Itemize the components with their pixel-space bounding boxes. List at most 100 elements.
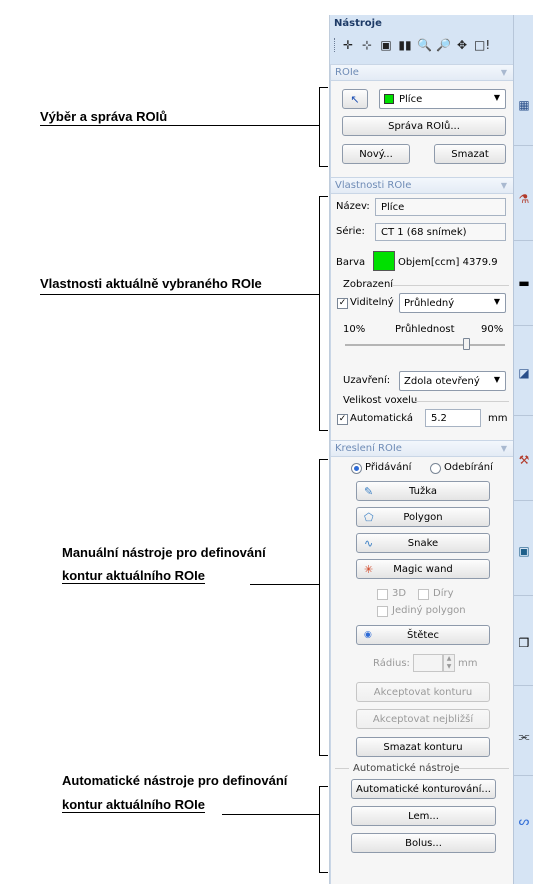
window-level-icon[interactable]: ▣	[379, 38, 393, 52]
auto-contour-button[interactable]: Automatické konturování...	[351, 779, 496, 799]
panel-title: Nástroje	[334, 18, 382, 29]
annotation-bracket	[319, 459, 320, 755]
voxel-unit: mm	[488, 413, 508, 424]
image-icon[interactable]: ▣	[516, 543, 532, 559]
pencil-tool-button[interactable]: ✎ Tužka	[356, 481, 490, 501]
measure-icon[interactable]: ⊹	[360, 38, 374, 52]
roi-pick-button[interactable]: ↖	[342, 89, 368, 109]
chevron-down-icon: ▼	[493, 375, 500, 384]
single-polygon-checkbox[interactable]	[377, 606, 388, 617]
pan-icon[interactable]: ✥	[455, 38, 469, 52]
remove-mode-radio[interactable]	[430, 463, 441, 474]
chevron-down-icon[interactable]: ▼	[501, 65, 507, 80]
magic-wand-icon: ✳	[364, 563, 374, 576]
brush-icon: ◉	[364, 630, 372, 640]
visible-checkbox[interactable]: ✓	[337, 298, 348, 309]
annotation-bracket-top	[319, 786, 328, 787]
radius-label: Rádius:	[373, 658, 410, 669]
transparency-min: 10%	[343, 324, 366, 335]
zoom-region-icon[interactable]: 🔎	[436, 38, 451, 52]
auto-group-label: Automatické nástroje	[353, 763, 460, 774]
section-header-props[interactable]: Vlastnosti ROIe ▼	[330, 177, 514, 194]
annotation-bracket-bottom	[319, 872, 328, 873]
strip-divider	[514, 415, 533, 416]
add-mode-label: Přidávání	[365, 462, 412, 473]
polygon-tool-button[interactable]: ⬠ Polygon	[356, 507, 490, 527]
name-field[interactable]: Plíce	[375, 198, 506, 216]
annotation-bracket	[319, 786, 320, 872]
strip-divider	[514, 145, 533, 146]
closing-label: Uzavření:	[343, 375, 391, 386]
manage-rois-button[interactable]: Správa ROIů...	[342, 116, 506, 136]
section-header-draw[interactable]: Kreslení ROIe ▼	[330, 440, 514, 457]
delete-contour-button[interactable]: Smazat konturu	[356, 737, 490, 757]
strip-divider	[514, 595, 533, 596]
margin-button[interactable]: Lem...	[351, 806, 496, 826]
bolus-button[interactable]: Bolus...	[351, 833, 496, 853]
accept-contour-button[interactable]: Akceptovat konturu	[356, 682, 490, 702]
radius-input[interactable]	[413, 654, 443, 672]
toolbar-grip[interactable]	[334, 38, 336, 52]
contrast-icon[interactable]: ▮▮	[398, 38, 412, 52]
transparency-slider-thumb[interactable]	[462, 338, 470, 350]
roi-color-swatch	[384, 94, 394, 104]
chevron-down-icon[interactable]: ▼	[501, 178, 507, 193]
pencil-label: Tužka	[409, 485, 437, 497]
window-icon[interactable]: ▬	[516, 275, 532, 291]
magic-wand-label: Magic wand	[393, 563, 453, 575]
brush-tool-icon[interactable]: ⚒	[516, 452, 532, 468]
section-title: Vlastnosti ROIe	[335, 180, 412, 191]
new-roi-button[interactable]: Nový...	[342, 144, 410, 164]
delete-roi-button[interactable]: Smazat	[434, 144, 506, 164]
chevron-down-icon[interactable]: ▼	[501, 441, 507, 456]
magic-wand-tool-button[interactable]: ✳ Magic wand	[356, 559, 490, 579]
display-mode-select[interactable]: Průhledný ▼	[399, 293, 506, 313]
series-label: Série:	[336, 226, 365, 237]
strip-divider	[514, 685, 533, 686]
brush-tool-button[interactable]: ◉ Štětec	[356, 625, 490, 645]
ruler-icon[interactable]: ◪	[516, 365, 532, 381]
section-auto: Automatické nástroje Automatické konturo…	[330, 762, 514, 884]
section-title: ROIe	[335, 67, 359, 78]
auto-voxel-checkbox[interactable]: ✓	[337, 414, 348, 425]
chevron-down-icon: ▼	[493, 93, 500, 102]
roi-select[interactable]: Plíce ▼	[379, 89, 506, 109]
display-mode-value: Průhledný	[404, 297, 455, 309]
roi-color-button[interactable]	[373, 251, 395, 271]
snake-tool-button[interactable]: ∿ Snake	[356, 533, 490, 553]
transparency-label: Průhlednost	[395, 324, 455, 335]
transparency-slider-track[interactable]	[345, 338, 505, 350]
display-group-label: Zobrazení	[343, 279, 394, 290]
holes-checkbox[interactable]	[418, 589, 429, 600]
layout-grid-icon[interactable]: ▦	[516, 97, 532, 113]
closing-select[interactable]: Zdola otevřený ▼	[399, 371, 506, 391]
closing-value: Zdola otevřený	[404, 375, 480, 387]
add-mode-radio[interactable]	[351, 463, 362, 474]
section-draw: Přidávání Odebírání ✎ Tužka ⬠ Polygon ∿ …	[330, 457, 514, 762]
roi-select-value: Plíce	[399, 93, 423, 105]
crosshair-icon[interactable]: ✛	[341, 38, 355, 52]
paint-icon[interactable]: ⚗	[516, 191, 532, 207]
cursor-icon: ↖	[350, 92, 360, 106]
annotation-bracket-top	[319, 459, 328, 460]
radius-spinner[interactable]: ▲ ▼	[443, 654, 455, 672]
fit-window-icon[interactable]: □!	[474, 38, 490, 52]
holes-label: Díry	[433, 588, 454, 599]
voxel-size-input[interactable]: 5.2	[425, 409, 481, 427]
cube-icon[interactable]: ❒	[516, 635, 532, 651]
3d-checkbox[interactable]	[377, 589, 388, 600]
transparency-max: 90%	[481, 324, 504, 335]
3d-label: 3D	[392, 588, 407, 599]
section-header-rois[interactable]: ROIe ▼	[330, 64, 514, 81]
voxel-group-label: Velikost voxelu	[343, 395, 418, 406]
wave-icon[interactable]: ᔕ	[516, 813, 532, 829]
name-label: Název:	[336, 201, 370, 212]
group-divider	[457, 768, 509, 769]
group-divider	[393, 285, 509, 286]
snake-label: Snake	[407, 537, 439, 549]
polygon-icon: ⬠	[364, 511, 374, 524]
zoom-icon[interactable]: 🔍	[417, 38, 432, 52]
accept-nearest-button[interactable]: Akceptovat nejbližší	[356, 709, 490, 729]
strip-divider	[514, 775, 533, 776]
tree-icon[interactable]: ⫘	[516, 728, 532, 744]
